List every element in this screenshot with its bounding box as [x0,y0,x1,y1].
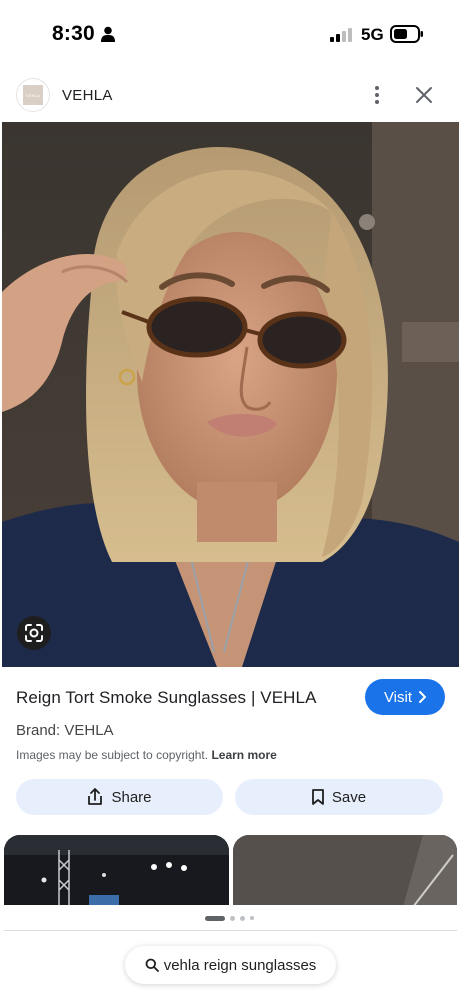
share-button[interactable]: Share [16,779,223,815]
pagination-dots [205,914,254,922]
site-logo[interactable]: VEHLA [16,78,50,112]
status-time: 8:30 [52,22,95,45]
site-name[interactable]: VEHLA [62,87,113,104]
product-title[interactable]: Reign Tort Smoke Sunglasses | VEHLA [16,688,317,708]
result-header: VEHLA VEHLA [0,72,461,120]
thumbnail-room-image [233,835,457,907]
copyright-text: Images may be subject to copyright. [16,748,209,762]
save-button[interactable]: Save [235,779,443,815]
brand-label: Brand: VEHLA [16,722,114,739]
divider [4,930,457,931]
google-lens-icon [25,624,43,642]
copyright-notice: Images may be subject to copyright. Lear… [16,748,277,762]
visit-label: Visit [383,688,413,706]
signal-icon [330,28,352,42]
pagination-dot [250,916,254,920]
more-vertical-icon[interactable] [366,84,388,106]
related-image-thumbnail[interactable] [233,835,457,907]
learn-more-link[interactable]: Learn more [211,748,276,762]
thumbnail-concert-image [4,835,229,907]
network-label: 5G [361,25,384,44]
photo-woman-sunglasses [2,122,459,667]
site-logo-mark: VEHLA [23,85,43,105]
save-label: Save [331,788,367,806]
pagination-dot [240,915,245,921]
google-lens-button[interactable] [17,616,51,650]
search-query-text: vehla reign sunglasses [163,956,317,974]
status-bar: 8:30 5G [0,0,461,70]
battery-icon [390,25,423,43]
share-icon [88,788,103,805]
main-image[interactable] [2,122,459,667]
search-query-chip[interactable]: vehla reign sunglasses [125,946,336,984]
visit-button[interactable]: Visit [365,679,445,715]
related-image-thumbnail[interactable] [4,835,229,907]
share-label: Share [111,788,152,806]
person-icon [101,26,115,42]
bookmark-icon [311,789,324,805]
search-icon [145,958,159,972]
pagination-dot-active [205,915,225,921]
pagination-dot [230,915,235,921]
close-icon[interactable] [413,84,435,106]
chevron-right-icon [419,691,427,703]
